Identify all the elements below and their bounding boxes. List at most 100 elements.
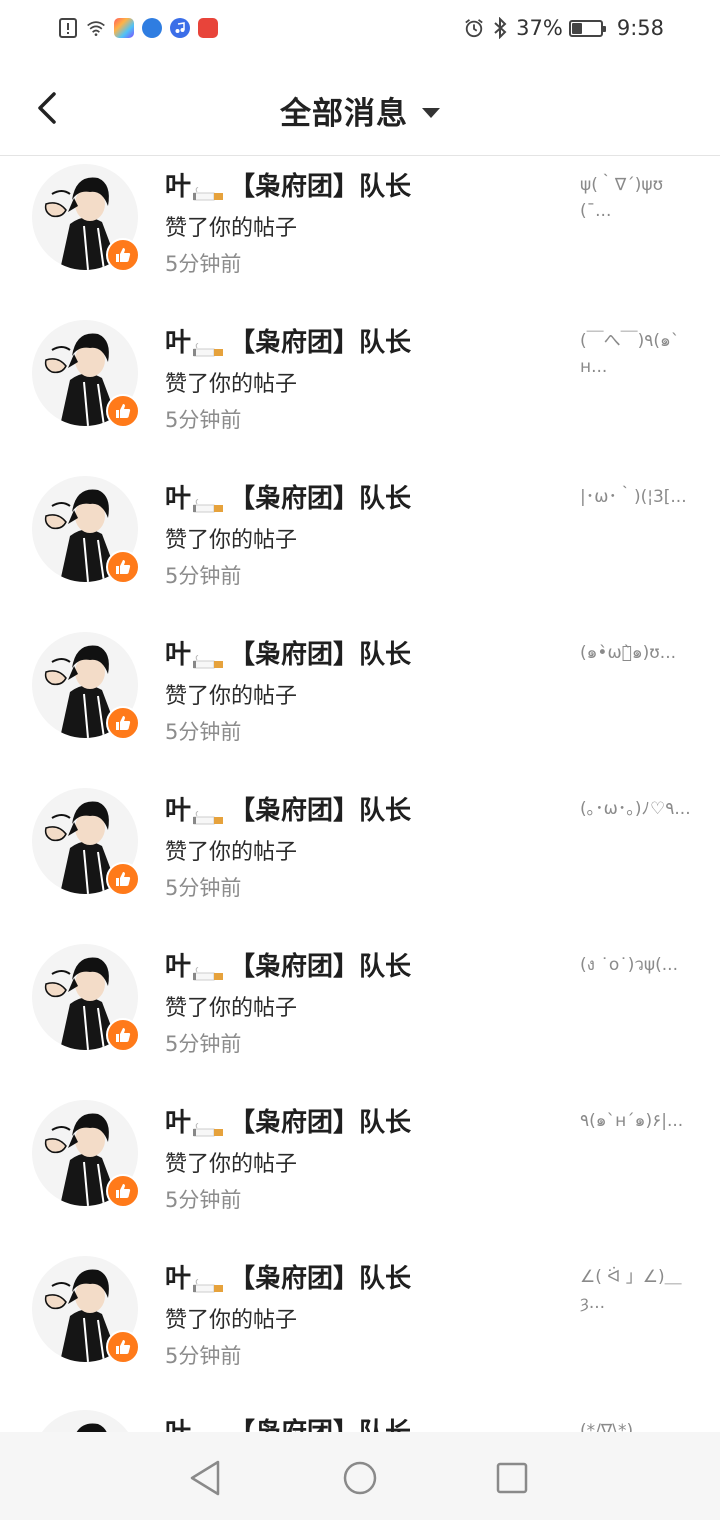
status-bar-left-icons (58, 18, 218, 38)
page-title: 全部消息 (280, 96, 408, 132)
sender-name-prefix: 叶 (165, 952, 192, 982)
post-preview[interactable]: (￣へ￣)٩(๑`н... (580, 328, 692, 380)
nav-recents-button[interactable] (492, 1458, 532, 1498)
sender-name-prefix: 叶 (165, 328, 192, 358)
post-preview[interactable]: |･ω･｀)(¦3[... (580, 484, 692, 510)
avatar-container[interactable] (32, 1256, 140, 1364)
post-preview[interactable]: (*/∇\*) (580, 1418, 692, 1432)
sender-name[interactable]: 叶 【枭府团】队长 (165, 322, 411, 359)
cigarette-emoji-icon (193, 1424, 227, 1433)
message-time: 5分钟前 (165, 408, 242, 432)
cigarette-emoji-icon (193, 490, 227, 512)
post-preview[interactable]: ٩(๑`н´๑)۶|... (580, 1108, 692, 1134)
message-action: 赞了你的帖子 (165, 372, 298, 397)
avatar-container[interactable] (32, 320, 140, 428)
battery-percent: 37% (516, 16, 563, 40)
avatar-container[interactable] (32, 1410, 138, 1432)
battery-icon (568, 19, 606, 37)
message-row[interactable]: 叶 【枭府团】队长 赞了你的帖子 5分钟前 (ง ˙o˙)วψ(... (0, 944, 720, 1100)
sender-name-suffix: 【枭府团】队长 (229, 484, 412, 514)
message-action: 赞了你的帖子 (165, 996, 298, 1021)
post-preview[interactable]: ψ(｀∇´)ψʊ(¯... (580, 172, 692, 224)
sender-name-prefix: 叶 (165, 484, 192, 514)
app-icon-colorful (114, 18, 134, 38)
title-dropdown[interactable]: 全部消息 (0, 88, 720, 133)
message-time: 5分钟前 (165, 876, 242, 900)
avatar-container[interactable] (32, 632, 140, 740)
sender-name-suffix: 【枭府团】队长 (229, 328, 412, 358)
message-row[interactable]: 叶 【枭府团】队长 赞了你的帖子 5分钟前 ٩(๑`н´๑)۶|... (0, 1100, 720, 1256)
message-time: 5分钟前 (165, 1188, 242, 1212)
sender-name[interactable]: 叶 【枭府团】队长 (165, 946, 411, 983)
message-time: 5分钟前 (165, 564, 242, 588)
system-nav-bar (0, 1432, 720, 1520)
avatar-container[interactable] (32, 944, 140, 1052)
nav-recents-icon (496, 1462, 528, 1494)
sender-name-prefix: 叶 (165, 640, 192, 670)
sender-name[interactable]: 叶 【枭府团】队长 (165, 634, 411, 671)
sender-name[interactable]: 叶 【枭府团】队长 (165, 1412, 411, 1432)
thumbs-up-icon (106, 1174, 140, 1208)
message-list[interactable]: 叶 【枭府团】队长 赞了你的帖子 5分钟前 ψ(｀∇´)ψʊ(¯... 叶 【枭… (0, 156, 720, 1432)
message-action: 赞了你的帖子 (165, 216, 298, 241)
post-preview[interactable]: (ง ˙o˙)วψ(... (580, 952, 692, 978)
post-preview[interactable]: ∠( ᐛ 」∠)＿ȝ... (580, 1264, 692, 1316)
avatar-container[interactable] (32, 164, 140, 272)
sender-name-prefix: 叶 (165, 1264, 192, 1294)
avatar-container[interactable] (32, 1100, 140, 1208)
message-row[interactable]: 叶 【枭府团】队长 赞了你的帖子 5分钟前 (๑•̀ωก̀๑)ʊ... (0, 632, 720, 788)
sender-name-suffix: 【枭府团】队长 (229, 640, 412, 670)
thumbs-up-icon (106, 706, 140, 740)
sender-name[interactable]: 叶 【枭府团】队长 (165, 790, 411, 827)
wifi-icon (86, 18, 106, 38)
cigarette-emoji-icon (193, 1270, 227, 1292)
thumbs-up-icon (106, 550, 140, 584)
message-action: 赞了你的帖子 (165, 840, 298, 865)
message-action: 赞了你的帖子 (165, 1152, 298, 1177)
sender-name[interactable]: 叶 【枭府团】队长 (165, 1102, 411, 1139)
thumbs-up-icon (106, 394, 140, 428)
sender-name-suffix: 【枭府团】队长 (229, 796, 412, 826)
nav-back-button[interactable] (186, 1458, 226, 1498)
message-action: 赞了你的帖子 (165, 528, 298, 553)
alert-icon (58, 18, 78, 38)
sender-name-suffix: 【枭府团】队长 (229, 172, 412, 202)
sender-name[interactable]: 叶 【枭府团】队长 (165, 166, 411, 203)
sender-name-suffix: 【枭府团】队长 (229, 1412, 411, 1432)
sender-name[interactable]: 叶 【枭府团】队长 (165, 478, 411, 515)
thumbs-up-icon (106, 1018, 140, 1052)
message-row[interactable]: 叶 【枭府团】队长 赞了你的帖子 5分钟前 (｡･ω･｡)ﾉ♡٩... (0, 788, 720, 944)
message-row[interactable]: 叶 【枭府团】队长 赞了你的帖子 5分钟前 ψ(｀∇´)ψʊ(¯... (0, 164, 720, 320)
sender-name-prefix: 叶 (165, 1412, 191, 1432)
avatar-container[interactable] (32, 476, 140, 584)
message-time: 5分钟前 (165, 720, 242, 744)
clock: 9:58 (616, 16, 664, 40)
status-bar-right-icons: 37% 9:58 (464, 16, 664, 40)
message-row[interactable]: 叶 【枭府团】队长 赞了你的帖子 5分钟前 ∠( ᐛ 」∠)＿ȝ... (0, 1256, 720, 1412)
message-row[interactable]: 叶 【枭府团】队长 赞了你的帖子 5分钟前 (￣へ￣)٩(๑`н... (0, 320, 720, 476)
sender-name-suffix: 【枭府团】队长 (229, 1108, 412, 1138)
message-row[interactable]: 叶 【枭府团】队长 (*/∇\*) (0, 1410, 720, 1432)
thumbs-up-icon (106, 238, 140, 272)
nav-back-icon (190, 1460, 220, 1496)
message-row[interactable]: 叶 【枭府团】队长 赞了你的帖子 5分钟前 |･ω･｀)(¦3[... (0, 476, 720, 632)
sender-name[interactable]: 叶 【枭府团】队长 (165, 1258, 411, 1295)
cigarette-emoji-icon (193, 178, 227, 200)
app-icon-blue (142, 18, 162, 38)
thumbs-up-icon (106, 1330, 140, 1364)
bluetooth-icon (490, 17, 510, 39)
post-preview[interactable]: (๑•̀ωก̀๑)ʊ... (580, 640, 692, 666)
message-time: 5分钟前 (165, 252, 242, 276)
sender-name-prefix: 叶 (165, 172, 192, 202)
caret-down-icon (422, 107, 440, 118)
cigarette-emoji-icon (193, 802, 227, 824)
post-preview[interactable]: (｡･ω･｡)ﾉ♡٩... (580, 796, 692, 822)
header: 全部消息 (0, 62, 720, 156)
cigarette-emoji-icon (193, 646, 227, 668)
alarm-icon (464, 18, 484, 38)
nav-home-button[interactable] (340, 1458, 380, 1498)
avatar-container[interactable] (32, 788, 140, 896)
battery-fill (571, 22, 583, 34)
cigarette-emoji-icon (193, 958, 227, 980)
avatar (32, 1410, 138, 1432)
